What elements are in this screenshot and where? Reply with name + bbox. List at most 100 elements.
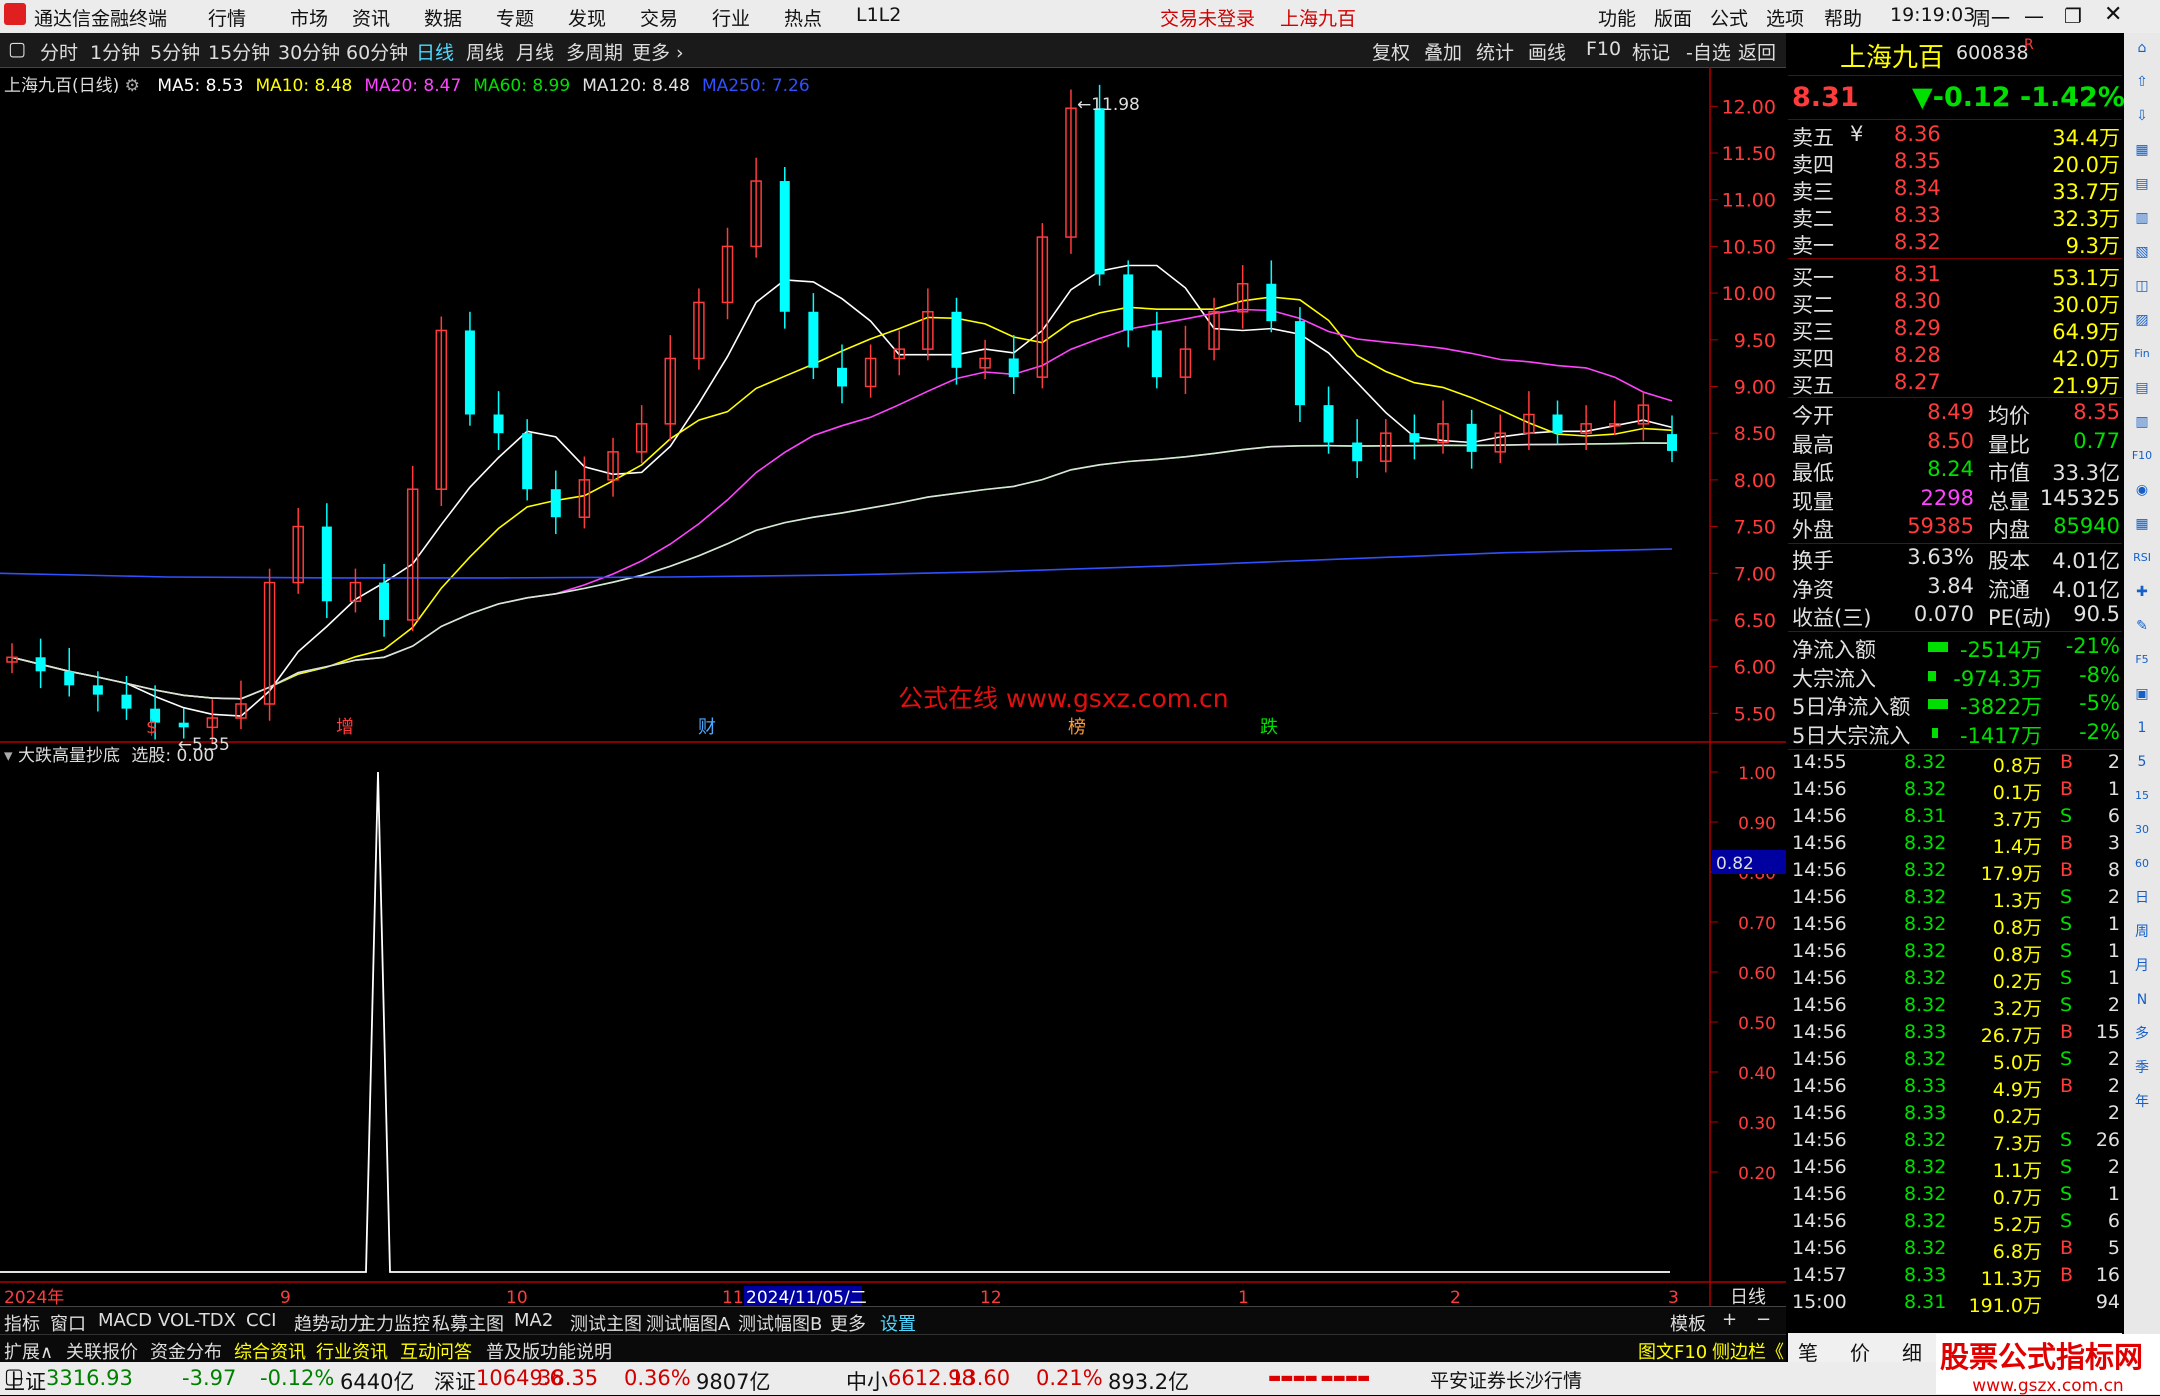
period-tab-3[interactable]: 15分钟: [208, 38, 270, 65]
menu-2[interactable]: 资讯: [352, 4, 390, 31]
indicator-tab-2[interactable]: MACD: [98, 1310, 152, 1331]
side-icon-16[interactable]: ✚: [2130, 581, 2154, 603]
indicator-tab-6[interactable]: 主力监控: [358, 1310, 430, 1336]
side-icon-18[interactable]: F5: [2130, 649, 2154, 671]
settings-icon[interactable]: ⚙: [125, 76, 140, 96]
toolbar-action-7[interactable]: 返回: [1738, 38, 1776, 65]
restore-icon[interactable]: ❐: [2064, 4, 2082, 28]
indicator-tab-13[interactable]: 设置: [880, 1310, 916, 1336]
period-tab-9[interactable]: 多周期: [566, 38, 623, 65]
close-icon[interactable]: ✕: [2104, 2, 2122, 27]
menu-5[interactable]: 发现: [568, 4, 606, 31]
indicator-tab-11[interactable]: 测试幅图B: [738, 1310, 822, 1336]
period-tab-7[interactable]: 周线: [466, 38, 504, 65]
right-menu-0[interactable]: 功能: [1598, 4, 1636, 31]
info-tab-0[interactable]: 扩展∧: [4, 1338, 53, 1364]
side-icon-25[interactable]: 日: [2130, 887, 2154, 909]
info-tab-2[interactable]: 资金分布: [150, 1338, 222, 1364]
period-tab-8[interactable]: 月线: [516, 38, 554, 65]
toolbar-action-4[interactable]: F10: [1586, 38, 1621, 60]
side-icon-10[interactable]: ▤: [2130, 377, 2154, 399]
menu-0[interactable]: 行情: [208, 4, 246, 31]
indicator-tab-7[interactable]: 私募主图: [432, 1310, 504, 1336]
period-tab-0[interactable]: 分时: [40, 38, 78, 65]
right-menu-1[interactable]: 版面: [1654, 4, 1692, 31]
info-tab-1[interactable]: 关联报价: [66, 1338, 138, 1364]
side-icon-30[interactable]: 季: [2130, 1057, 2154, 1079]
side-icon-20[interactable]: 1: [2130, 717, 2154, 739]
side-icon-17[interactable]: ✎: [2130, 615, 2154, 637]
period-tab-4[interactable]: 30分钟: [278, 38, 340, 65]
indicator-tab-9[interactable]: 测试主图: [570, 1310, 642, 1336]
info-tab-5[interactable]: 互动问答: [400, 1338, 472, 1364]
side-icon-31[interactable]: 年: [2130, 1091, 2154, 1113]
info-tab-3[interactable]: 综合资讯: [234, 1338, 306, 1364]
side-icon-1[interactable]: ⇧: [2130, 71, 2154, 93]
side-icon-2[interactable]: ⇩: [2130, 105, 2154, 127]
period-tab-10[interactable]: 更多 ›: [632, 38, 684, 65]
menu-1[interactable]: 市场: [290, 4, 328, 31]
remove-icon[interactable]: −: [1756, 1309, 1771, 1330]
period-tab-5[interactable]: 60分钟: [346, 38, 408, 65]
info-tab-4[interactable]: 行业资讯: [316, 1338, 388, 1364]
toolbar-action-2[interactable]: 统计: [1476, 38, 1514, 65]
period-tab-2[interactable]: 5分钟: [150, 38, 200, 65]
menu-6[interactable]: 交易: [640, 4, 678, 31]
side-icon-12[interactable]: F10: [2130, 445, 2154, 467]
side-icon-28[interactable]: N: [2130, 989, 2154, 1011]
side-icon-6[interactable]: ▧: [2130, 241, 2154, 263]
add-icon[interactable]: +: [1722, 1309, 1737, 1330]
period-tab-6[interactable]: 日线: [416, 38, 454, 65]
indicator-tab-1[interactable]: 窗口: [50, 1310, 86, 1336]
right-menu-3[interactable]: 选项: [1766, 4, 1804, 31]
side-icon-3[interactable]: ▦: [2130, 139, 2154, 161]
side-icon-5[interactable]: ▥: [2130, 207, 2154, 229]
toolbar-action-6[interactable]: -自选: [1686, 38, 1731, 65]
side-icon-22[interactable]: 15: [2130, 785, 2154, 807]
indicator-tab-8[interactable]: MA2: [514, 1310, 553, 1331]
side-icon-15[interactable]: RSI: [2130, 547, 2154, 569]
side-icon-29[interactable]: 多: [2130, 1023, 2154, 1045]
toolbar-action-1[interactable]: 叠加: [1424, 38, 1462, 65]
menu-3[interactable]: 数据: [424, 4, 462, 31]
menu-7[interactable]: 行业: [712, 4, 750, 31]
side-icon-23[interactable]: 30: [2130, 819, 2154, 841]
side-icon-4[interactable]: ▤: [2130, 173, 2154, 195]
indicator-tab-5[interactable]: 趋势动力: [294, 1310, 366, 1336]
menu-4[interactable]: 专题: [496, 4, 534, 31]
side-icon-0[interactable]: ⌂: [2130, 37, 2154, 59]
toolbar-action-5[interactable]: 标记: [1632, 38, 1670, 65]
chart-area[interactable]: ←11.98 ←5.35 $ 增财榜跌 12.00 11.50 11.00 10.50 10.…: [0, 67, 1786, 1312]
indicator-tab-4[interactable]: CCI: [246, 1310, 276, 1331]
menu-8[interactable]: 热点: [784, 4, 822, 31]
side-icon-27[interactable]: 月: [2130, 955, 2154, 977]
menu-9[interactable]: L1L2: [856, 4, 901, 26]
info-tab-right-0[interactable]: 图文F10: [1638, 1338, 1707, 1364]
indicator-tab-0[interactable]: 指标: [4, 1310, 40, 1336]
side-icon-8[interactable]: ▨: [2130, 309, 2154, 331]
toolbar-toggle-icon[interactable]: ▢: [8, 38, 26, 60]
kline-chart[interactable]: ←11.98←5.35$ 增财榜跌 12.0011.5011.0010.5010.…: [0, 67, 1786, 1312]
side-icon-24[interactable]: 60: [2130, 853, 2154, 875]
indicator-tab-12[interactable]: 更多: [830, 1310, 866, 1336]
side-icon-21[interactable]: 5: [2130, 751, 2154, 773]
right-menu-2[interactable]: 公式: [1710, 4, 1748, 31]
toolbar-action-0[interactable]: 复权: [1372, 38, 1410, 65]
minimize-icon[interactable]: —: [2024, 4, 2044, 28]
info-tab-6[interactable]: 普及版功能说明: [486, 1338, 612, 1364]
side-icon-26[interactable]: 周: [2130, 921, 2154, 943]
right-menu-4[interactable]: 帮助: [1824, 4, 1862, 31]
collapse-icon[interactable]: ▾: [4, 746, 13, 766]
side-icon-14[interactable]: ▦: [2130, 513, 2154, 535]
info-tab-right-1[interactable]: 侧边栏《: [1712, 1338, 1784, 1364]
period-tab-1[interactable]: 1分钟: [90, 38, 140, 65]
indicator-tab-3[interactable]: VOL-TDX: [158, 1310, 236, 1331]
template-button[interactable]: 模板: [1670, 1310, 1706, 1336]
side-icon-11[interactable]: ▥: [2130, 411, 2154, 433]
login-status[interactable]: 交易未登录: [1160, 4, 1255, 31]
side-icon-19[interactable]: ▣: [2130, 683, 2154, 705]
toolbar-action-3[interactable]: 画线: [1528, 38, 1566, 65]
side-icon-13[interactable]: ◉: [2130, 479, 2154, 501]
side-icon-7[interactable]: ◫: [2130, 275, 2154, 297]
side-icon-9[interactable]: Fin: [2130, 343, 2154, 365]
